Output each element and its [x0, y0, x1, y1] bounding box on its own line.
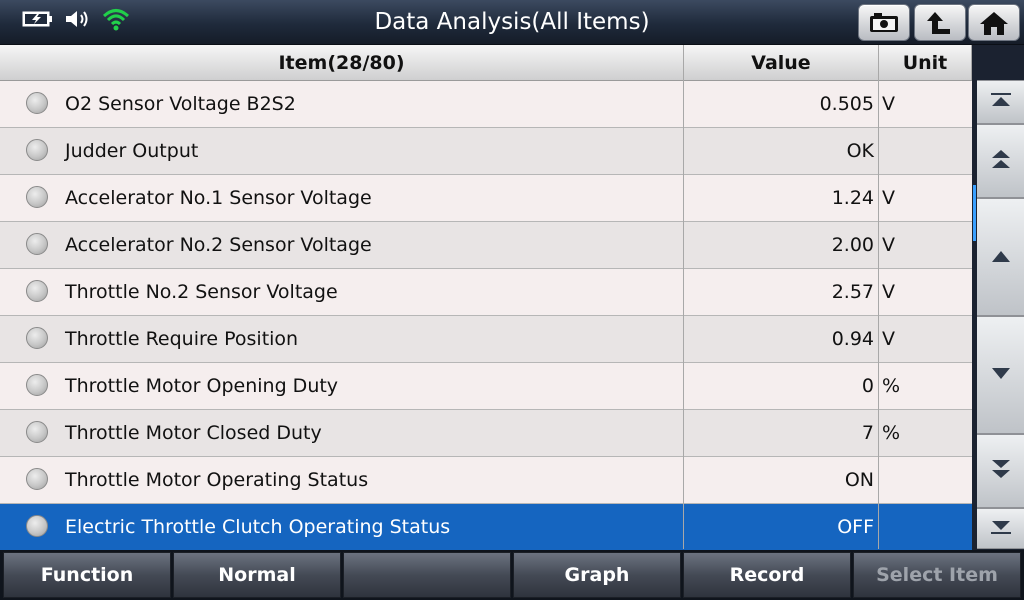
row-radio-button[interactable]	[26, 468, 48, 490]
scroll-to-top-icon	[989, 92, 1013, 112]
row-unit: V	[882, 281, 895, 303]
column-header-value: Value	[684, 45, 879, 80]
column-header-item: Item(28/80)	[0, 45, 684, 80]
normal-button[interactable]: Normal	[173, 552, 341, 598]
screenshot-button[interactable]	[858, 4, 910, 41]
table-row[interactable]: Throttle Motor Opening Duty 0%	[0, 363, 972, 410]
row-value: OK	[846, 140, 874, 162]
graph-button[interactable]: Graph	[513, 552, 681, 598]
table-row[interactable]: O2 Sensor Voltage B2S2 0.505 V	[0, 81, 972, 128]
scroll-bottom-button[interactable]	[977, 508, 1024, 549]
home-button[interactable]	[968, 4, 1020, 41]
row-value: 7	[861, 422, 874, 444]
scroll-to-bottom-icon	[989, 519, 1013, 539]
chevron-down-icon	[990, 366, 1012, 385]
table-row[interactable]: Accelerator No.2 Sensor Voltage 2.00 V	[0, 222, 972, 269]
scroll-top-button[interactable]	[977, 80, 1024, 124]
scroll-position-indicator	[973, 185, 976, 241]
row-item-name: Throttle Motor Closed Duty	[65, 422, 322, 444]
row-item-name: Throttle Require Position	[65, 328, 299, 350]
blank-button[interactable]	[343, 552, 511, 598]
row-unit: V	[882, 328, 895, 350]
title-bar: Data Analysis(All Items)	[0, 0, 1024, 45]
table-row[interactable]: Throttle Motor Closed Duty 7%	[0, 410, 972, 457]
row-radio-button[interactable]	[26, 515, 48, 537]
row-radio-button[interactable]	[26, 139, 48, 161]
row-value: 2.00	[831, 234, 874, 256]
row-unit: %	[882, 375, 901, 397]
scroll-up-button[interactable]	[977, 198, 1024, 316]
row-unit: %	[882, 422, 901, 444]
camera-icon	[868, 11, 900, 35]
row-unit: V	[882, 93, 895, 115]
function-button[interactable]: Function	[3, 552, 171, 598]
row-radio-button[interactable]	[26, 421, 48, 443]
row-value: OFF	[837, 516, 874, 538]
row-value: ON	[844, 469, 874, 491]
back-arrow-icon	[925, 10, 955, 36]
row-radio-button[interactable]	[26, 374, 48, 396]
row-radio-button[interactable]	[26, 92, 48, 114]
row-unit: V	[882, 234, 895, 256]
row-value: 2.57	[831, 281, 874, 303]
row-value: 0.94	[831, 328, 874, 350]
row-value: 0	[861, 375, 874, 397]
table-row[interactable]: Throttle Motor Operating Status ON	[0, 457, 972, 504]
table-row[interactable]: Throttle Require Position 0.94 V	[0, 316, 972, 363]
function-bar: Function Normal Graph Record Select Item	[0, 550, 1024, 600]
back-button[interactable]	[914, 4, 966, 41]
row-radio-button[interactable]	[26, 327, 48, 349]
scroll-down-button[interactable]	[977, 316, 1024, 434]
select-item-button[interactable]: Select Item	[853, 552, 1021, 598]
row-item-name: Throttle Motor Operating Status	[65, 469, 369, 491]
home-icon	[979, 10, 1009, 36]
table-row[interactable]: Judder Output OK	[0, 128, 972, 175]
row-item-name: Accelerator No.2 Sensor Voltage	[65, 234, 372, 256]
record-button[interactable]: Record	[683, 552, 851, 598]
row-radio-button[interactable]	[26, 280, 48, 302]
row-item-name: Judder Output	[65, 140, 199, 162]
row-item-name: Accelerator No.1 Sensor Voltage	[65, 187, 372, 209]
row-item-name: Throttle No.2 Sensor Voltage	[65, 281, 338, 303]
column-divider	[683, 45, 684, 549]
table-row[interactable]: Throttle No.2 Sensor Voltage 2.57 V	[0, 269, 972, 316]
data-table: Item(28/80) Value Unit O2 Sensor Voltage…	[0, 45, 972, 551]
column-header-unit: Unit	[879, 45, 972, 80]
scroll-nav	[977, 80, 1024, 549]
table-row[interactable]: Electric Throttle Clutch Operating Statu…	[0, 504, 972, 551]
row-radio-button[interactable]	[26, 186, 48, 208]
row-item-name: O2 Sensor Voltage B2S2	[65, 93, 296, 115]
table-header: Item(28/80) Value Unit	[0, 45, 972, 81]
row-value: 0.505	[819, 93, 874, 115]
table-row[interactable]: Accelerator No.1 Sensor Voltage 1.24 V	[0, 175, 972, 222]
chevron-up-icon	[990, 248, 1012, 267]
page-up-button[interactable]	[977, 124, 1024, 198]
double-chevron-up-icon	[990, 147, 1012, 175]
row-item-name: Electric Throttle Clutch Operating Statu…	[65, 516, 451, 538]
row-value: 1.24	[831, 187, 874, 209]
double-chevron-down-icon	[990, 457, 1012, 485]
row-item-name: Throttle Motor Opening Duty	[65, 375, 339, 397]
page-down-button[interactable]	[977, 434, 1024, 508]
row-radio-button[interactable]	[26, 233, 48, 255]
row-unit: V	[882, 187, 895, 209]
column-divider	[878, 45, 879, 549]
